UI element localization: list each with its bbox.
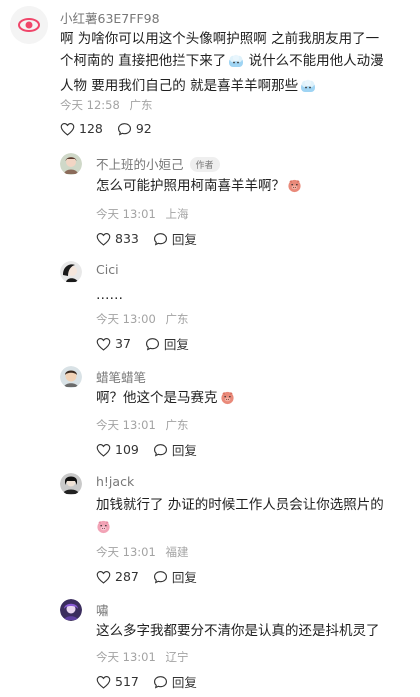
avatar-image <box>60 599 82 621</box>
comment-meta: 今天 12:58 广东 <box>60 97 152 113</box>
reply-text: 啊？他这个是马赛克 <box>96 387 235 412</box>
heart-outline-icon <box>96 443 111 457</box>
reply-actions: 109 回复 <box>96 440 211 459</box>
reply-location: 福建 <box>165 545 189 559</box>
reply-location: 广东 <box>165 418 189 432</box>
author-badge: 作者 <box>189 157 220 172</box>
avatar-image <box>60 473 82 495</box>
reply-location: 上海 <box>165 207 189 221</box>
speech-bubble-icon <box>153 675 167 689</box>
comment-time: 今天 12:58 <box>60 98 120 112</box>
speech-bubble-icon <box>145 337 159 351</box>
heart-outline-icon <box>60 122 75 136</box>
reply-label: 回复 <box>163 337 189 352</box>
reply-time: 今天 13:01 <box>96 650 156 664</box>
heart-outline-icon <box>96 232 111 246</box>
reply-avatar[interactable] <box>60 599 82 621</box>
reply-meta: 今天 13:01 福建 <box>96 544 188 560</box>
comment-text: 啊 为啥你可以用这个头像啊护照啊 之前我朋友用了一 个柯南的 直接把他拦下来了 … <box>60 28 410 100</box>
like-button[interactable]: 128 <box>60 121 103 136</box>
eye-avatar-icon <box>10 6 48 44</box>
pig-face-emoji <box>287 178 302 200</box>
like-button[interactable]: 37 <box>96 336 131 351</box>
comment-actions: 128 92 <box>60 121 166 136</box>
sheep-emoji <box>300 78 316 100</box>
reply-button[interactable]: 回复 <box>153 567 197 586</box>
reply-button[interactable]: 回复 <box>153 229 197 248</box>
reply-text: …… <box>96 287 123 303</box>
reply-avatar[interactable] <box>60 153 82 175</box>
comment-line: 个柯南的 直接把他拦下来了 说什么不能用他人动漫 <box>60 50 410 75</box>
comment-line: 啊 为啥你可以用这个头像啊护照啊 之前我朋友用了一 <box>60 31 380 47</box>
like-count: 287 <box>115 569 139 584</box>
like-button[interactable]: 287 <box>96 569 139 584</box>
heart-outline-icon <box>96 675 111 689</box>
reply-time: 今天 13:00 <box>96 312 156 326</box>
reply-time: 今天 13:01 <box>96 207 156 221</box>
reply-avatar[interactable] <box>60 473 82 495</box>
comment-username[interactable]: 小红薯63E7FF98 <box>60 8 160 27</box>
like-count: 128 <box>79 121 103 136</box>
pig-face-emoji <box>96 519 111 541</box>
avatar-image <box>60 261 82 283</box>
like-button[interactable]: 517 <box>96 674 139 689</box>
reply-actions: 37 回复 <box>96 334 203 353</box>
reply-label: 回复 <box>171 570 197 585</box>
reply-meta: 今天 13:01 辽宁 <box>96 649 188 665</box>
reply-username[interactable]: 嘯 <box>96 600 109 619</box>
reply-label: 回复 <box>171 443 197 458</box>
reply-avatar[interactable] <box>60 261 82 283</box>
heart-outline-icon <box>96 570 111 584</box>
speech-bubble-icon <box>153 570 167 584</box>
avatar-image <box>60 153 82 175</box>
reply-location: 广东 <box>165 312 189 326</box>
comment-count: 92 <box>135 121 152 136</box>
reply-text: 这么多字我都要分不清你是认真的还是抖机灵了 <box>96 623 380 639</box>
reply-avatar[interactable] <box>60 366 82 388</box>
reply-meta: 今天 13:01 广东 <box>96 417 188 433</box>
sheep-emoji <box>228 53 244 75</box>
reply-label: 回复 <box>171 675 197 690</box>
user-avatar[interactable] <box>10 6 48 44</box>
like-button[interactable]: 833 <box>96 231 139 246</box>
reply-meta: 今天 13:01 上海 <box>96 206 188 222</box>
speech-bubble-icon <box>153 232 167 246</box>
comment-location: 广东 <box>129 98 153 112</box>
pig-face-emoji <box>220 390 235 412</box>
reply-label: 回复 <box>171 232 197 247</box>
like-count: 37 <box>115 336 131 351</box>
avatar-image <box>60 366 82 388</box>
reply-username[interactable]: h!jack <box>96 474 134 489</box>
reply-location: 辽宁 <box>165 650 189 664</box>
reply-username[interactable]: 蜡笔蜡笔 <box>96 367 146 386</box>
reply-text: 加钱就行了 办证的时候工作人员会让你选照片的 <box>96 494 406 541</box>
reply-actions: 287 回复 <box>96 567 211 586</box>
like-button[interactable]: 109 <box>96 442 139 457</box>
reply-time: 今天 13:01 <box>96 418 156 432</box>
reply-username[interactable]: 不上班的小姮己 作者 <box>96 154 220 173</box>
like-count: 833 <box>115 231 139 246</box>
heart-outline-icon <box>96 337 111 351</box>
comment-button[interactable]: 92 <box>117 121 152 136</box>
reply-actions: 517 回复 <box>96 672 211 691</box>
reply-button[interactable]: 回复 <box>153 440 197 459</box>
reply-actions: 833 回复 <box>96 229 211 248</box>
reply-username[interactable]: Cici <box>96 262 119 277</box>
reply-text: 怎么可能护照用柯南喜羊羊啊？ <box>96 175 302 200</box>
reply-time: 今天 13:01 <box>96 545 156 559</box>
like-count: 517 <box>115 674 139 689</box>
reply-button[interactable]: 回复 <box>145 334 189 353</box>
like-count: 109 <box>115 442 139 457</box>
speech-bubble-icon <box>153 443 167 457</box>
speech-bubble-icon <box>117 122 131 136</box>
reply-meta: 今天 13:00 广东 <box>96 311 188 327</box>
reply-button[interactable]: 回复 <box>153 672 197 691</box>
